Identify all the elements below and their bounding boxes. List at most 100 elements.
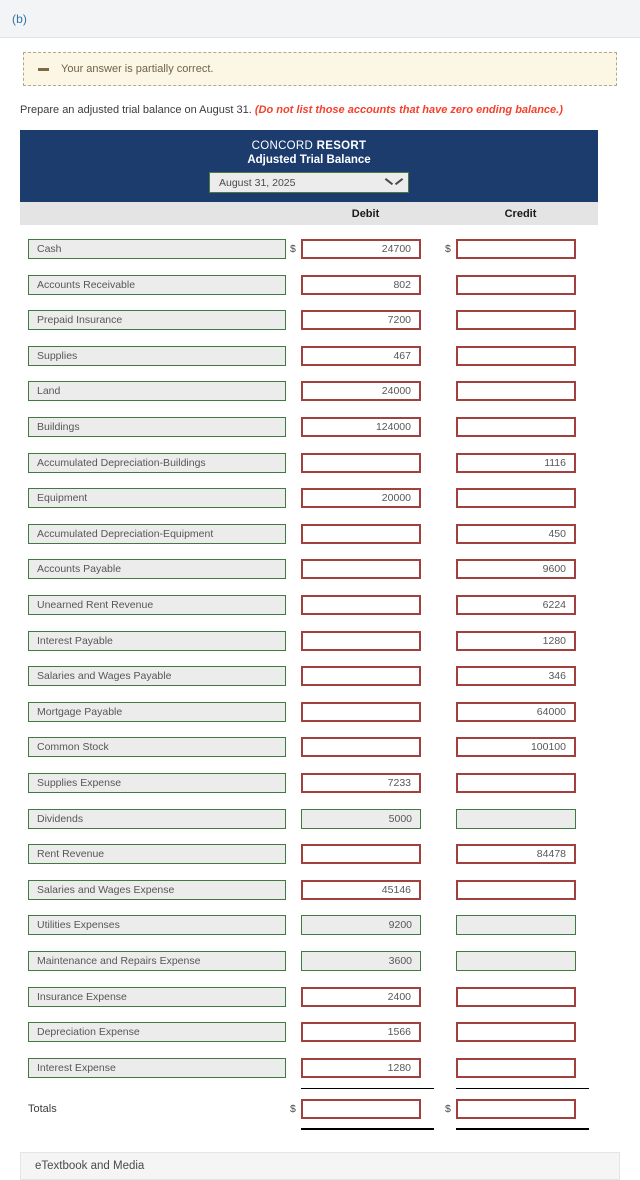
debit-amount-input[interactable] — [301, 701, 421, 722]
table-row: Prepaid Insurance$7200$ — [20, 302, 598, 338]
account-cell: Prepaid Insurance — [20, 310, 288, 331]
account-name-input[interactable]: Utilities Expenses — [28, 915, 286, 936]
account-name-input[interactable]: Salaries and Wages Expense — [28, 879, 286, 900]
debit-cell: $9200 — [288, 915, 443, 936]
account-name-input[interactable]: Mortgage Payable — [28, 701, 286, 722]
debit-cell: $7233 — [288, 773, 443, 793]
debit-amount-input[interactable]: 5000 — [301, 808, 421, 829]
credit-cell: $9600 — [443, 559, 598, 580]
credit-amount-input[interactable]: 6224 — [456, 595, 576, 616]
debit-amount-input[interactable] — [301, 595, 421, 616]
debit-amount-input[interactable]: 9200 — [301, 915, 421, 936]
account-cell: Salaries and Wages Expense — [20, 879, 288, 900]
account-name-input[interactable]: Maintenance and Repairs Expense — [28, 950, 286, 971]
credit-amount-input[interactable] — [456, 1022, 576, 1043]
table-row: Mortgage Payable$$64000 — [20, 694, 598, 730]
debit-cell: $1280 — [288, 1057, 443, 1078]
debit-amount-input[interactable] — [301, 452, 421, 473]
debit-amount-input[interactable]: 802 — [301, 274, 421, 295]
account-cell: Supplies Expense — [20, 773, 288, 793]
account-cell: Accounts Receivable — [20, 274, 288, 295]
debit-amount-input[interactable]: 20000 — [301, 488, 421, 509]
account-name-input[interactable]: Supplies — [28, 345, 286, 366]
debit-amount-input[interactable]: 1280 — [301, 1057, 421, 1078]
totals-row: Totals $ $ — [20, 1087, 598, 1130]
account-name-input[interactable]: Accumulated Depreciation-Buildings — [28, 452, 286, 473]
account-name-input[interactable]: Depreciation Expense — [28, 1022, 286, 1043]
account-name-input[interactable]: Interest Payable — [28, 630, 286, 651]
table-row: Supplies$467$ — [20, 338, 598, 374]
credit-amount-input[interactable] — [456, 274, 576, 295]
table-row: Cash $24700 $ — [20, 231, 598, 267]
credit-amount-input[interactable]: 84478 — [456, 844, 576, 865]
table-row: Rent Revenue$$84478 — [20, 836, 598, 872]
account-name-input[interactable]: Common Stock — [28, 737, 286, 758]
debit-cell: $ — [288, 666, 443, 687]
debit-amount-input[interactable] — [301, 666, 421, 687]
credit-amount-input[interactable]: 64000 — [456, 701, 576, 722]
totals-credit-cell: $ — [443, 1087, 598, 1130]
credit-cell: $ — [443, 239, 598, 260]
debit-amount-input[interactable]: 24700 — [301, 239, 421, 260]
etextbook-and-media-bar[interactable]: eTextbook and Media — [20, 1151, 620, 1180]
credit-amount-input[interactable] — [456, 310, 576, 331]
credit-amount-input[interactable]: 1280 — [456, 630, 576, 651]
debit-amount-input[interactable]: 24000 — [301, 381, 421, 402]
debit-amount-input[interactable]: 7200 — [301, 310, 421, 331]
account-name-input[interactable]: Land — [28, 381, 286, 402]
credit-amount-input[interactable] — [456, 808, 576, 829]
account-name-input[interactable]: Buildings — [28, 417, 286, 438]
account-name-input[interactable]: Accumulated Depreciation-Equipment — [28, 523, 286, 544]
credit-amount-input[interactable]: 346 — [456, 666, 576, 687]
account-name-input[interactable]: Interest Expense — [28, 1057, 286, 1078]
account-name-input[interactable]: Salaries and Wages Payable — [28, 666, 286, 687]
account-name-input[interactable]: Accounts Payable — [28, 559, 286, 580]
credit-amount-input[interactable] — [456, 417, 576, 438]
account-name-input[interactable]: Prepaid Insurance — [28, 310, 286, 331]
debit-amount-input[interactable]: 124000 — [301, 417, 421, 438]
account-name-input[interactable]: Cash — [28, 239, 286, 260]
credit-amount-input[interactable] — [456, 345, 576, 366]
debit-amount-input[interactable]: 2400 — [301, 986, 421, 1007]
credit-amount-input[interactable] — [456, 488, 576, 509]
alert-message: Your answer is partially correct. — [61, 63, 214, 75]
account-cell: Salaries and Wages Payable — [20, 666, 288, 687]
totals-credit-input[interactable] — [456, 1098, 576, 1119]
debit-cell: $ — [288, 452, 443, 473]
credit-amount-input[interactable] — [456, 950, 576, 971]
debit-amount-input[interactable] — [301, 844, 421, 865]
debit-amount-input[interactable]: 7233 — [301, 773, 421, 793]
credit-amount-input[interactable] — [456, 1057, 576, 1078]
date-select[interactable]: August 31, 2025 — [209, 172, 409, 194]
credit-cell: $ — [443, 773, 598, 793]
credit-amount-input[interactable]: 450 — [456, 523, 576, 544]
debit-amount-input[interactable]: 1566 — [301, 1022, 421, 1043]
debit-amount-input[interactable]: 467 — [301, 345, 421, 366]
account-name-input[interactable]: Accounts Receivable — [28, 274, 286, 295]
credit-amount-input[interactable] — [456, 986, 576, 1007]
account-name-input[interactable]: Supplies Expense — [28, 773, 286, 793]
account-name-input[interactable]: Unearned Rent Revenue — [28, 595, 286, 616]
credit-amount-input[interactable]: 1116 — [456, 452, 576, 473]
account-name-input[interactable]: Dividends — [28, 808, 286, 829]
credit-amount-input[interactable] — [456, 773, 576, 793]
credit-cell: $1116 — [443, 452, 598, 473]
debit-amount-input[interactable] — [301, 630, 421, 651]
debit-cell: $ — [288, 523, 443, 544]
account-name-input[interactable]: Insurance Expense — [28, 986, 286, 1007]
debit-amount-input[interactable]: 45146 — [301, 879, 421, 900]
totals-debit-input[interactable] — [301, 1098, 421, 1119]
credit-amount-input[interactable] — [456, 239, 576, 260]
debit-amount-input[interactable] — [301, 737, 421, 758]
debit-amount-input[interactable] — [301, 559, 421, 580]
credit-amount-input[interactable]: 9600 — [456, 559, 576, 580]
credit-amount-input[interactable] — [456, 879, 576, 900]
debit-amount-input[interactable] — [301, 523, 421, 544]
account-name-input[interactable]: Rent Revenue — [28, 844, 286, 865]
table-row: Salaries and Wages Payable$$346 — [20, 658, 598, 694]
credit-amount-input[interactable] — [456, 915, 576, 936]
credit-amount-input[interactable]: 100100 — [456, 737, 576, 758]
debit-amount-input[interactable]: 3600 — [301, 950, 421, 971]
credit-amount-input[interactable] — [456, 381, 576, 402]
account-name-input[interactable]: Equipment — [28, 488, 286, 509]
